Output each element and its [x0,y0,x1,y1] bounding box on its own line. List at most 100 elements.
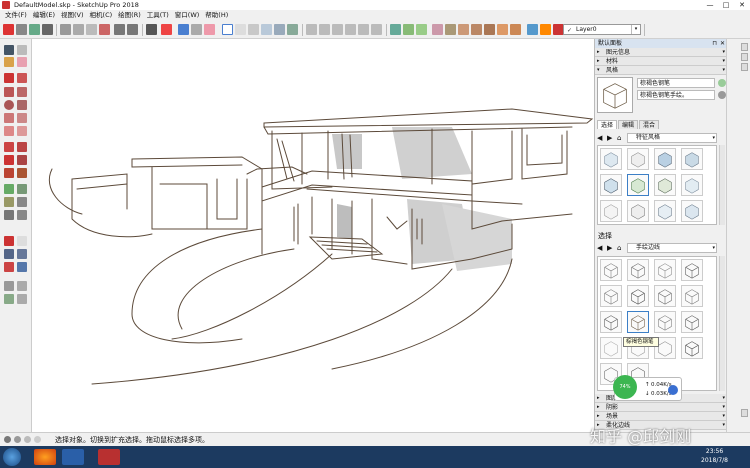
text-tool-icon[interactable] [17,197,27,207]
user-icon[interactable] [24,436,31,443]
select-icon[interactable] [178,24,189,35]
style-thumbnail[interactable] [627,259,649,281]
style-thumbnail[interactable] [681,174,703,196]
two-point-arc-tool-icon[interactable] [17,113,27,123]
style-thumbnail[interactable] [600,285,622,307]
back-view-icon[interactable] [358,24,369,35]
update-style-icon[interactable] [718,91,726,99]
style-thumbnail[interactable] [654,174,676,196]
zoom-window-tool-icon[interactable] [17,249,27,259]
paste-icon[interactable] [86,24,97,35]
cut-icon[interactable] [60,24,71,35]
style-thumbnail[interactable] [681,148,703,170]
menu-view[interactable]: 视图(V) [58,10,87,21]
previous-view-tool-icon[interactable] [17,262,27,272]
add-detail-icon[interactable] [497,24,508,35]
menu-draw[interactable]: 绘图(R) [115,10,144,21]
home-icon[interactable]: ⌂ [617,244,621,252]
back-arrow-icon[interactable]: ◀ [597,244,602,252]
display-section-cuts-icon[interactable] [416,24,427,35]
word-taskbar-icon[interactable] [62,449,84,465]
style-thumbnail[interactable] [627,285,649,307]
menu-file[interactable]: 文件(F) [2,10,30,21]
zoom-extents-tool-icon[interactable] [4,262,14,272]
menu-tools[interactable]: 工具(T) [144,10,172,21]
3d-text-tool-icon[interactable] [17,210,27,220]
model-info-icon[interactable] [146,24,157,35]
tab-mix[interactable]: 混合 [639,120,660,129]
look-around-tool-icon[interactable] [4,294,14,304]
style-name-field[interactable]: 棕褐色钢笔 [637,78,715,88]
style-thumbnail[interactable] [654,311,676,333]
flip-edge-icon[interactable] [510,24,521,35]
style-thumbnail[interactable] [681,200,703,222]
erase-icon[interactable] [99,24,110,35]
create-style-icon[interactable] [718,79,726,87]
component-icon[interactable] [204,24,215,35]
open-file-icon[interactable] [16,24,27,35]
back-arrow-icon[interactable]: ◀ [597,134,602,142]
drape-icon[interactable] [484,24,495,35]
dimension-tool-icon[interactable] [17,184,27,194]
bottom-grid-scrollbar[interactable] [719,256,725,391]
style-thumbnail[interactable] [600,259,622,281]
sandbox-from-scratch-icon[interactable] [445,24,456,35]
zoom-tool-icon[interactable] [4,249,14,259]
line-tool-icon[interactable] [4,73,14,83]
monochrome-style-icon[interactable] [287,24,298,35]
smoove-icon[interactable] [458,24,469,35]
redo-icon[interactable] [127,24,138,35]
style-thumbnail[interactable] [600,337,622,359]
help-icon[interactable] [34,436,41,443]
style-thumbnail[interactable] [600,148,622,170]
pin-icon[interactable]: ⊓ [712,39,717,48]
xray-style-icon[interactable] [222,24,233,35]
style-thumbnail[interactable] [681,285,703,307]
circle-tool-icon[interactable] [4,100,14,110]
style-thumbnail[interactable] [681,337,703,359]
menu-window[interactable]: 窗口(W) [172,10,203,21]
style-thumbnail[interactable] [627,174,649,196]
home-icon[interactable]: ⌂ [617,134,621,142]
move-tool-icon[interactable] [4,142,14,152]
axes-tool-icon[interactable] [4,210,14,220]
minimize-button[interactable]: — [702,0,718,10]
menu-camera[interactable]: 相机(C) [87,10,116,21]
select-arrow-icon[interactable] [4,45,14,55]
forward-arrow-icon[interactable]: ▶ [607,134,612,142]
tape-measure-tool-icon[interactable] [4,184,14,194]
close-button[interactable]: ✕ [734,0,750,10]
firefox-taskbar-icon[interactable] [34,449,56,465]
rectangle-tool-icon[interactable] [4,87,14,97]
polygon-tool-icon[interactable] [17,100,27,110]
style-thumbnail[interactable] [600,311,622,333]
copy-icon[interactable] [73,24,84,35]
start-button[interactable] [3,448,21,466]
style-thumbnail-selected[interactable] [627,311,649,333]
position-camera-tool-icon[interactable] [4,281,14,291]
component-tool-icon[interactable] [17,45,27,55]
hidden-line-style-icon[interactable] [248,24,259,35]
right-view-icon[interactable] [345,24,356,35]
close-icon[interactable]: ✕ [720,39,725,48]
section-materials[interactable]: ▸ 材料 ▾ [595,57,727,66]
tab-edit[interactable]: 编辑 [618,120,639,129]
forward-arrow-icon[interactable]: ▶ [607,244,612,252]
undo-icon[interactable] [114,24,125,35]
menu-edit[interactable]: 编辑(E) [30,10,58,21]
three-point-arc-tool-icon[interactable] [4,126,14,136]
section-scenes[interactable]: ▸ 场景 ▾ [595,412,727,421]
warehouse-icon[interactable] [527,24,538,35]
panel-icon[interactable] [741,53,748,61]
style-collection-dropdown[interactable]: 特征风格 ▾ [627,133,717,143]
style-description-field[interactable]: 棕褐色钢笔手绘。 [637,90,715,100]
walk-tool-icon[interactable] [17,281,27,291]
menu-help[interactable]: 帮助(H) [202,10,231,21]
scroll-down-icon[interactable] [741,409,748,417]
make-component-icon[interactable] [161,24,172,35]
style-thumbnail[interactable] [654,200,676,222]
paint-bucket-tool-icon[interactable] [4,57,14,67]
pie-tool-icon[interactable] [17,126,27,136]
protractor-tool-icon[interactable] [4,197,14,207]
sketchup-taskbar-icon[interactable] [98,449,120,465]
